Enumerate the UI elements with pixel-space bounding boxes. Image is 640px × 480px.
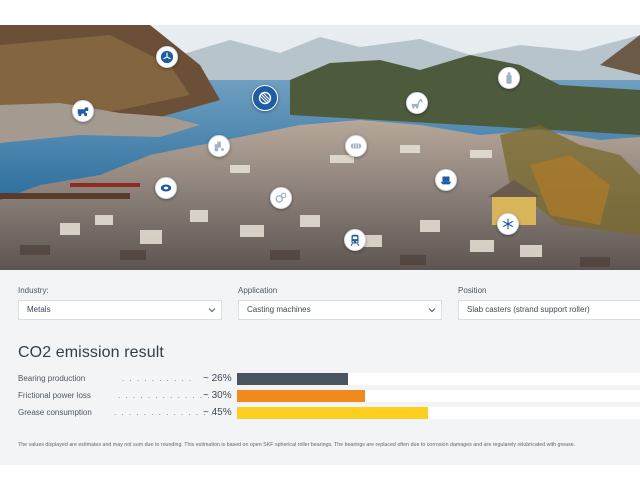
gears-icon[interactable] bbox=[270, 187, 292, 209]
row-dots: . . . . . . . . . . bbox=[122, 374, 193, 383]
application-label: Application bbox=[238, 286, 278, 295]
bar-track bbox=[237, 390, 640, 402]
bar-track bbox=[237, 407, 640, 419]
application-select[interactable]: Casting machines bbox=[238, 300, 442, 320]
position-value: Slab casters (strand support roller) bbox=[467, 305, 590, 314]
row-percentage: ~ 30% bbox=[203, 390, 232, 401]
paper-roll-icon[interactable] bbox=[155, 177, 177, 199]
disclaimer-text: The values displayed are estimates and m… bbox=[18, 442, 576, 448]
construction-vehicle-icon[interactable] bbox=[72, 100, 94, 122]
harbour-town-photo bbox=[0, 25, 640, 270]
position-select[interactable]: Slab casters (strand support roller) bbox=[458, 300, 640, 320]
industry-select[interactable]: Metals bbox=[18, 300, 222, 320]
industry-label: Industry: bbox=[18, 286, 49, 295]
steel-coil-icon[interactable] bbox=[252, 85, 278, 111]
ship-icon[interactable] bbox=[435, 169, 457, 191]
bottle-icon[interactable] bbox=[498, 67, 520, 89]
row-dots: . . . . . . . . . . . . . bbox=[118, 391, 212, 400]
excavator-icon[interactable] bbox=[406, 92, 428, 114]
bar-fill bbox=[237, 390, 365, 402]
chevron-down-icon bbox=[208, 308, 216, 313]
row-label: Bearing production bbox=[18, 374, 86, 383]
tractor-icon[interactable] bbox=[208, 135, 230, 157]
hero-image bbox=[0, 25, 640, 270]
chevron-down-icon bbox=[428, 308, 436, 313]
result-row-bearing-production: Bearing production . . . . . . . . . . ~… bbox=[18, 373, 640, 386]
result-title: CO2 emission result bbox=[18, 344, 164, 361]
train-icon[interactable] bbox=[344, 229, 366, 251]
row-dots: . . . . . . . . . . . . . . bbox=[114, 408, 215, 417]
industry-value: Metals bbox=[27, 305, 51, 314]
bar-fill bbox=[237, 373, 348, 385]
result-row-frictional-power-loss: Frictional power loss . . . . . . . . . … bbox=[18, 390, 640, 403]
row-percentage: ~ 45% bbox=[203, 407, 232, 418]
roller-icon[interactable] bbox=[345, 135, 367, 157]
fan-icon[interactable] bbox=[497, 213, 519, 235]
row-percentage: ~ 26% bbox=[203, 373, 232, 384]
bar-fill bbox=[237, 407, 428, 419]
application-value: Casting machines bbox=[247, 305, 311, 314]
position-label: Position bbox=[458, 286, 487, 295]
result-row-grease-consumption: Grease consumption . . . . . . . . . . .… bbox=[18, 407, 640, 420]
calculator-panel: Industry: Metals Application Casting mac… bbox=[0, 270, 640, 465]
row-label: Grease consumption bbox=[18, 408, 92, 417]
row-label: Frictional power loss bbox=[18, 391, 91, 400]
bar-track bbox=[237, 373, 640, 385]
wind-turbine-icon[interactable] bbox=[156, 46, 178, 68]
